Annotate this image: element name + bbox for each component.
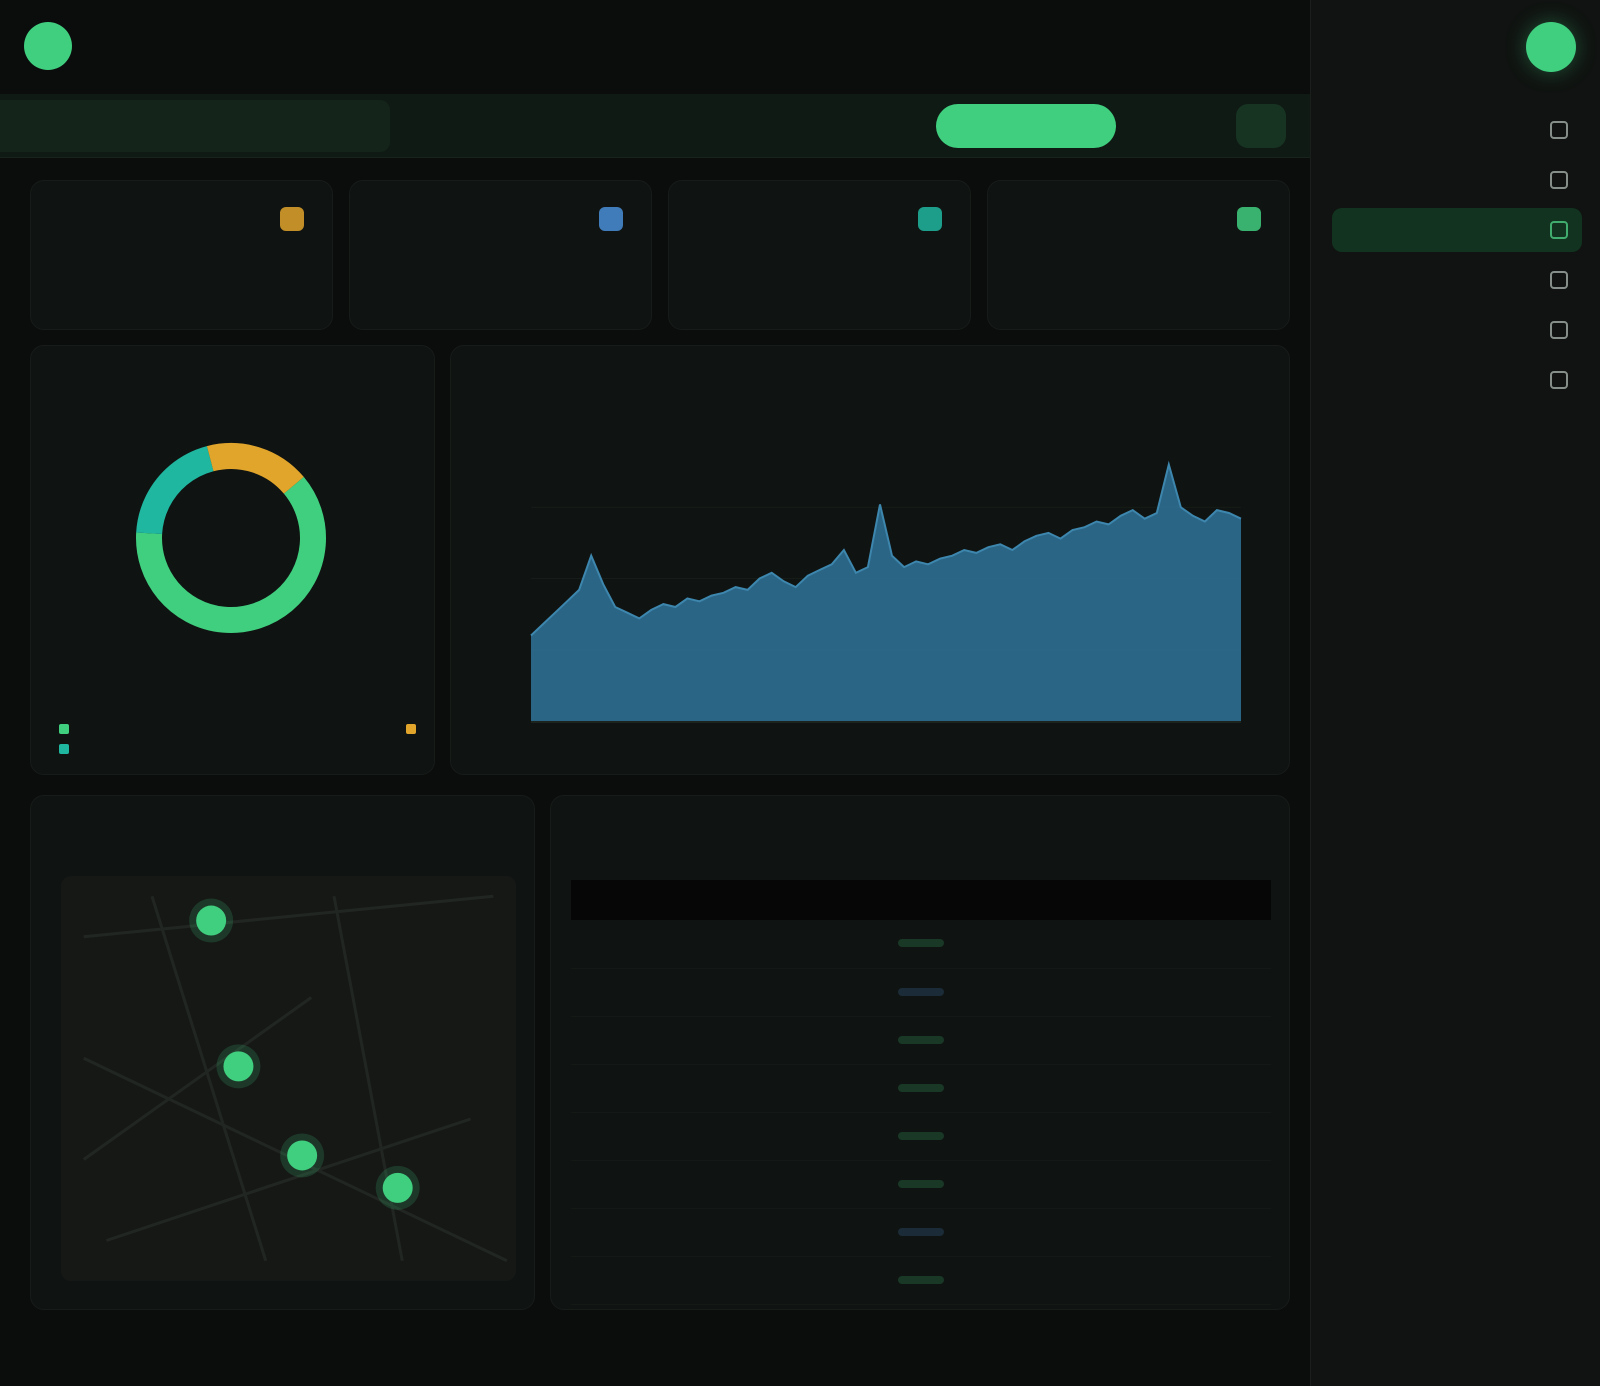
legend-column [51,724,69,754]
tab-1[interactable] [1236,104,1286,148]
area-chart [530,460,1242,723]
sidebar-item-2[interactable] [1332,158,1582,202]
tab-4[interactable] [936,104,1116,148]
legend-swatch [59,744,69,754]
chart-icon [1550,171,1568,189]
status-cell [571,1064,1271,1113]
main-content [0,0,1310,1386]
table-row[interactable] [571,920,1271,969]
data-table [571,880,1271,1305]
status-badge [898,1083,944,1092]
tab-list [780,104,1286,148]
status-cell [571,968,1271,1017]
status-cell [571,920,1271,969]
table-row[interactable] [571,968,1271,1017]
table-panel [550,795,1290,1310]
area-chart-panel [450,345,1290,775]
stat-cards [30,180,1290,330]
map-marker-icon[interactable] [223,1051,254,1082]
stat-card-2 [668,180,971,330]
status-badge [898,987,944,996]
status-badge [898,1131,944,1140]
map-panel [30,795,535,1310]
brand-logo-icon [1526,22,1576,72]
donut-chart [136,443,326,633]
legend-swatch [406,724,416,734]
status-badge [898,1179,944,1188]
table-body [571,920,1271,1305]
table-header-row [571,880,1271,920]
table-row[interactable] [571,1064,1271,1113]
app-window [0,0,1600,1386]
status-cell [571,1112,1271,1161]
table-row[interactable] [571,1208,1271,1257]
table-row[interactable] [571,1016,1271,1065]
stat-icon [1237,207,1261,231]
sidebar-item-1[interactable] [1332,108,1582,152]
sidebar-item-3[interactable] [1332,208,1582,252]
file-icon [1550,321,1568,339]
map-marker-icon[interactable] [287,1140,318,1171]
area-series [531,464,1241,721]
map-marker-icon[interactable] [196,905,227,936]
layers-icon [1550,221,1568,239]
stat-icon [918,207,942,231]
tab-6[interactable] [832,104,868,148]
brand[interactable] [1512,22,1576,72]
legend-swatch [59,724,69,734]
legend-column [398,724,416,754]
status-badge [898,1227,944,1236]
sidebar-item-6[interactable] [1332,358,1582,402]
search-input[interactable] [0,100,390,152]
tab-5[interactable] [884,104,920,148]
legend-item [51,724,69,734]
sidebar-nav [1332,108,1582,408]
stat-icon [280,207,304,231]
stat-card-3 [349,180,652,330]
tab-3[interactable] [1132,104,1168,148]
sidebar-item-4[interactable] [1332,258,1582,302]
status-badge [898,1035,944,1044]
status-badge [898,1275,944,1284]
status-cell [571,1160,1271,1209]
column-header[interactable] [571,880,1271,920]
settings-icon [1550,371,1568,389]
table-row[interactable] [571,1160,1271,1209]
stat-card-1 [987,180,1290,330]
donut-legend [51,724,416,754]
stat-icon [599,207,623,231]
tab-2[interactable] [1184,104,1220,148]
map-marker-icon[interactable] [382,1172,413,1203]
dashboard-icon [1550,121,1568,139]
legend-item [51,744,69,754]
tab-7[interactable] [780,104,816,148]
tab-bar [0,94,1310,158]
donut-panel [30,345,435,775]
sidebar [1310,0,1600,1386]
sidebar-item-5[interactable] [1332,308,1582,352]
status-cell [571,1208,1271,1257]
status-badge [898,939,944,948]
stat-card-4 [30,180,333,330]
table-row[interactable] [571,1112,1271,1161]
map-view[interactable] [31,796,536,1311]
legend-item [398,724,416,734]
top-bar [0,0,1310,90]
table-row[interactable] [571,1256,1271,1305]
status-cell [571,1016,1271,1065]
status-cell [571,1256,1271,1305]
avatar[interactable] [24,22,72,70]
users-icon [1550,271,1568,289]
